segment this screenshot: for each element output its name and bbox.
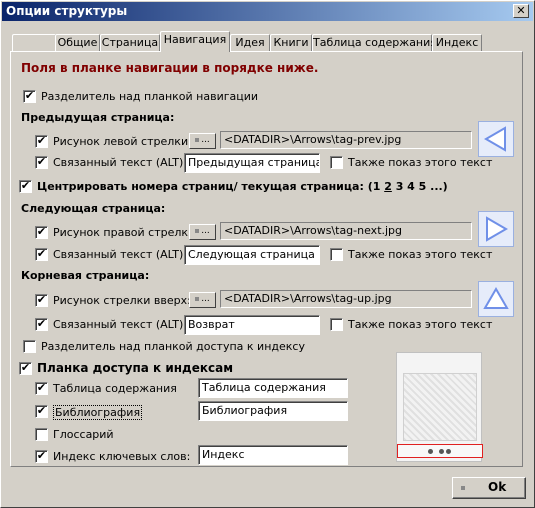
- prev-arrow-preview: [478, 121, 514, 157]
- tab-idea[interactable]: Идея: [230, 34, 270, 52]
- index-bar-label: Планка доступа к индексам: [37, 361, 234, 375]
- next-arrow-preview: [478, 211, 514, 247]
- left-arrow-icon: [484, 126, 506, 152]
- index-glossary-label: Глоссарий: [53, 428, 114, 441]
- prev-also-label: Также показ этого текст: [348, 156, 493, 169]
- title-bar[interactable]: Опции структуры ✕: [2, 2, 533, 21]
- separator-index-label: Разделитель над планкой доступа к индекс…: [41, 340, 305, 353]
- index-keywords-label: Индекс ключевых слов:: [53, 450, 191, 463]
- root-alt-input[interactable]: Возврат: [184, 315, 320, 335]
- prev-alt-input[interactable]: Предыдущая страница: [184, 153, 320, 173]
- current-page-number: 2: [384, 180, 392, 193]
- index-bibliography-input[interactable]: Библиография: [198, 401, 348, 421]
- next-path-field[interactable]: <DATADIR>\Arrows\tag-next.jpg: [220, 222, 472, 240]
- root-browse-button[interactable]: ...: [189, 292, 216, 308]
- right-arrow-icon: [486, 216, 508, 242]
- next-browse-button[interactable]: ...: [189, 224, 216, 240]
- prev-alt-checkbox[interactable]: ✔: [35, 156, 48, 169]
- separator-index-checkbox[interactable]: [23, 340, 36, 353]
- preview-page-image: [403, 373, 477, 441]
- tab-books[interactable]: Книги: [270, 34, 312, 52]
- index-toc-label: Таблица содержания: [53, 382, 177, 395]
- preview-nav-bar-highlight: [397, 444, 483, 458]
- index-glossary-checkbox[interactable]: [35, 428, 48, 441]
- index-toc-checkbox[interactable]: ✔: [35, 382, 48, 395]
- nav-heading: Поля в планке навигации в порядке ниже.: [21, 61, 319, 75]
- separator-top-checkbox[interactable]: ✔: [23, 90, 36, 103]
- prev-also-checkbox[interactable]: [330, 156, 343, 169]
- separator-top-label: Разделитель над планкой навигации: [41, 90, 259, 103]
- index-bar-checkbox[interactable]: ✔: [19, 362, 32, 375]
- index-keywords-checkbox[interactable]: ✔: [35, 450, 48, 463]
- next-also-checkbox[interactable]: [330, 248, 343, 261]
- tab-general[interactable]: Общие: [55, 34, 100, 52]
- next-section-title: Следующая страница:: [21, 202, 166, 215]
- prev-section-title: Предыдущая страница:: [21, 111, 175, 124]
- index-bibliography-label: Библиография: [53, 405, 143, 420]
- prev-path-field[interactable]: <DATADIR>\Arrows\tag-prev.jpg: [220, 131, 472, 149]
- next-alt-label: Связанный текст (ALT) :: [53, 248, 191, 261]
- options-dialog: Опции структуры ✕ Общие Страница Навигац…: [0, 0, 535, 508]
- tab-table-of-contents[interactable]: Таблица содержания: [312, 34, 437, 52]
- root-alt-label: Связанный текст (ALT) :: [53, 318, 191, 331]
- index-keywords-input[interactable]: Индекс: [198, 445, 348, 465]
- prev-image-checkbox[interactable]: ✔: [35, 135, 48, 148]
- close-button[interactable]: ✕: [513, 4, 529, 18]
- root-alt-checkbox[interactable]: ✔: [35, 318, 48, 331]
- index-bibliography-checkbox[interactable]: ✔: [35, 405, 48, 418]
- tab-index[interactable]: Индекс: [432, 34, 482, 52]
- root-image-checkbox[interactable]: ✔: [35, 294, 48, 307]
- prev-browse-button[interactable]: ...: [189, 133, 216, 149]
- prev-alt-label: Связанный текст (ALT) :: [53, 156, 191, 169]
- ok-button[interactable]: Ok: [452, 477, 526, 499]
- next-image-label: Рисунок правой стрелки:: [53, 226, 199, 239]
- tab-blank[interactable]: [12, 34, 56, 52]
- root-also-label: Также показ этого текст: [348, 318, 493, 331]
- window-title: Опции структуры: [6, 4, 128, 18]
- root-path-field[interactable]: <DATADIR>\Arrows\tag-up.jpg: [220, 290, 472, 308]
- next-also-label: Также показ этого текст: [348, 248, 493, 261]
- next-alt-input[interactable]: Следующая страница: [184, 245, 320, 265]
- index-toc-input[interactable]: Таблица содержания: [198, 378, 348, 398]
- layout-preview-thumbnail: [396, 352, 483, 462]
- root-also-checkbox[interactable]: [330, 318, 343, 331]
- center-numbers-label: Центрировать номера страниц/ текущая стр…: [37, 180, 448, 193]
- up-arrow-preview: [478, 281, 514, 317]
- center-numbers-checkbox[interactable]: ✔: [19, 180, 32, 193]
- up-arrow-icon: [483, 287, 509, 309]
- tab-navigation[interactable]: Навигация: [160, 31, 230, 52]
- root-section-title: Корневая страница:: [21, 269, 150, 282]
- next-alt-checkbox[interactable]: ✔: [35, 248, 48, 261]
- tab-page[interactable]: Страница: [100, 34, 160, 52]
- root-image-label: Рисунок стрелки вверх:: [53, 294, 191, 307]
- next-image-checkbox[interactable]: ✔: [35, 226, 48, 239]
- prev-image-label: Рисунок левой стрелки:: [53, 135, 192, 148]
